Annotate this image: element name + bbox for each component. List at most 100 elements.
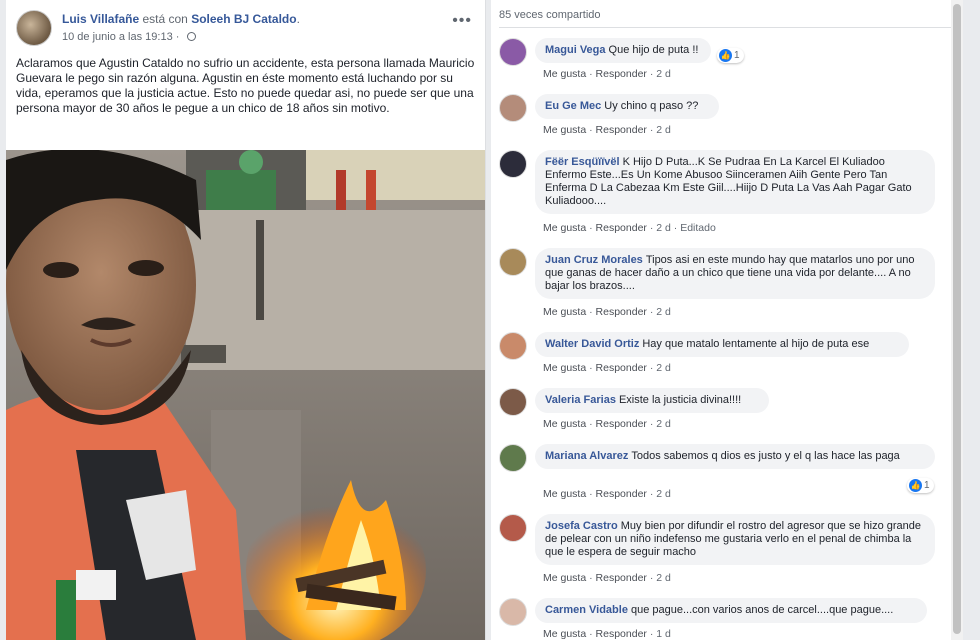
- commenter-avatar[interactable]: [499, 598, 527, 626]
- comment-author-link[interactable]: Eu Ge Mec: [545, 100, 601, 112]
- comment-author-link[interactable]: Josefa Castro: [545, 520, 618, 532]
- separator: ·: [589, 124, 593, 136]
- author-avatar[interactable]: [16, 10, 52, 46]
- photo-illustration: [6, 150, 485, 640]
- post-timestamp-link[interactable]: 10 de junio a las 19:13: [62, 31, 173, 43]
- reply-link[interactable]: Responder: [596, 124, 647, 136]
- divider: [499, 27, 955, 28]
- reply-link[interactable]: Responder: [596, 362, 647, 374]
- more-options-icon[interactable]: •••: [452, 12, 472, 30]
- separator: ·: [589, 628, 593, 640]
- separator: ·: [649, 222, 654, 234]
- comment-author-link[interactable]: Carmen Vidable: [545, 604, 628, 616]
- comment-bubble: Magui Vega Que hijo de puta !!: [535, 38, 711, 63]
- comment-time[interactable]: 2 d: [656, 362, 671, 374]
- comment-author-link[interactable]: Walter David Ortiz: [545, 338, 639, 350]
- comment-bubble: Fëër Esqüïïvël K Hijo D Puta...K Se Pudra…: [535, 150, 935, 214]
- comment-bubble: Walter David Ortiz Hay que matalo lentame…: [535, 332, 909, 357]
- separator: ·: [589, 572, 593, 584]
- commenter-avatar[interactable]: [499, 444, 527, 472]
- comment-text: Existe la justicia divina!!!!: [618, 394, 742, 406]
- edited-label[interactable]: Editado: [680, 222, 716, 234]
- comment-text: Hay que matalo lentamente al hijo de put…: [642, 338, 870, 350]
- comment-actions: Me gusta · Responder · 2 d: [543, 572, 671, 584]
- comment-author-link[interactable]: Mariana Alvarez: [545, 450, 628, 462]
- commenter-avatar[interactable]: [499, 150, 527, 178]
- post-card: Luis Villafañe está con Soleeh BJ Catald…: [6, 0, 486, 640]
- reaction-count[interactable]: 👍 1: [717, 48, 744, 63]
- comments-panel: 85 veces compartido Magui Vega Que hijo d…: [491, 0, 963, 640]
- globe-icon: [186, 32, 196, 41]
- comment-author-link[interactable]: Juan Cruz Morales: [545, 254, 643, 266]
- like-link[interactable]: Me gusta: [543, 488, 586, 500]
- like-link[interactable]: Me gusta: [543, 418, 586, 430]
- reaction-count[interactable]: 👍 1: [907, 478, 934, 493]
- comment-bubble: Josefa Castro Muy bien por difundir el ro…: [535, 514, 935, 565]
- like-link[interactable]: Me gusta: [543, 222, 586, 234]
- comment-actions: Me gusta · Responder · 2 d · Editado: [543, 222, 716, 234]
- comment-time[interactable]: 2 d: [656, 418, 671, 430]
- post-author-line: Luis Villafañe está con Soleeh BJ Catald…: [62, 12, 300, 26]
- reaction-number: 1: [924, 480, 930, 492]
- comment-time[interactable]: 1 d: [656, 628, 671, 640]
- separator: ·: [649, 572, 654, 584]
- post-photo[interactable]: [6, 150, 485, 640]
- share-count-link[interactable]: 85 veces compartido: [499, 9, 601, 21]
- separator: ·: [589, 418, 593, 430]
- comment-author-link[interactable]: Fëër Esqüïïvël: [545, 156, 620, 168]
- post-date: 10 de junio a las 19:13 ·: [62, 31, 196, 43]
- with-text: está con: [142, 12, 188, 26]
- commenter-avatar[interactable]: [499, 514, 527, 542]
- comment-author-link[interactable]: Magui Vega: [545, 44, 606, 56]
- like-link[interactable]: Me gusta: [543, 628, 586, 640]
- comment-time[interactable]: 2 d: [656, 306, 671, 318]
- comment-text: Que hijo de puta !!: [608, 44, 699, 56]
- like-icon: 👍: [909, 479, 922, 492]
- separator: ·: [589, 362, 593, 374]
- separator: ·: [589, 306, 593, 318]
- like-link[interactable]: Me gusta: [543, 306, 586, 318]
- separator: ·: [589, 68, 593, 80]
- comment-actions: Me gusta · Responder · 2 d: [543, 418, 671, 430]
- comment-text: Todos sabemos q dios es justo y el q las…: [631, 450, 900, 462]
- comment-actions: Me gusta · Responder · 2 d: [543, 306, 671, 318]
- commenter-avatar[interactable]: [499, 38, 527, 66]
- post-header: Luis Villafañe está con Soleeh BJ Catald…: [16, 10, 478, 50]
- like-link[interactable]: Me gusta: [543, 124, 586, 136]
- comment-time[interactable]: 2 d: [656, 222, 671, 234]
- reply-link[interactable]: Responder: [596, 628, 647, 640]
- comment-author-link[interactable]: Valeria Farias: [545, 394, 616, 406]
- commenter-avatar[interactable]: [499, 94, 527, 122]
- comment-time[interactable]: 2 d: [656, 124, 671, 136]
- separator: ·: [175, 31, 180, 43]
- reply-link[interactable]: Responder: [596, 418, 647, 430]
- reply-link[interactable]: Responder: [596, 572, 647, 584]
- like-link[interactable]: Me gusta: [543, 362, 586, 374]
- comment-time[interactable]: 2 d: [656, 572, 671, 584]
- commenter-avatar[interactable]: [499, 388, 527, 416]
- comment-time[interactable]: 2 d: [656, 68, 671, 80]
- commenter-avatar[interactable]: [499, 332, 527, 360]
- separator: ·: [649, 418, 654, 430]
- like-icon: 👍: [719, 49, 732, 62]
- reply-link[interactable]: Responder: [596, 488, 647, 500]
- reply-link[interactable]: Responder: [596, 306, 647, 318]
- separator: ·: [589, 488, 593, 500]
- comment-actions: Me gusta · Responder · 2 d: [543, 68, 671, 80]
- scrollbar-thumb[interactable]: [953, 4, 961, 634]
- like-link[interactable]: Me gusta: [543, 572, 586, 584]
- comment-text: que pague...con varios anos de carcel...…: [630, 604, 894, 616]
- like-link[interactable]: Me gusta: [543, 68, 586, 80]
- comment-actions: Me gusta · Responder · 1 d: [543, 628, 671, 640]
- reply-link[interactable]: Responder: [596, 68, 647, 80]
- separator: ·: [673, 222, 678, 234]
- scrollbar[interactable]: [951, 0, 963, 640]
- commenter-avatar[interactable]: [499, 248, 527, 276]
- reply-link[interactable]: Responder: [596, 222, 647, 234]
- tagged-user-link[interactable]: Soleeh BJ Cataldo: [191, 12, 296, 26]
- comment-time[interactable]: 2 d: [656, 488, 671, 500]
- separator: ·: [649, 362, 654, 374]
- comment-actions: Me gusta · Responder · 2 d: [543, 362, 671, 374]
- post-text: Aclaramos que Agustin Cataldo no sufrio …: [16, 56, 475, 115]
- post-author-link[interactable]: Luis Villafañe: [62, 12, 139, 26]
